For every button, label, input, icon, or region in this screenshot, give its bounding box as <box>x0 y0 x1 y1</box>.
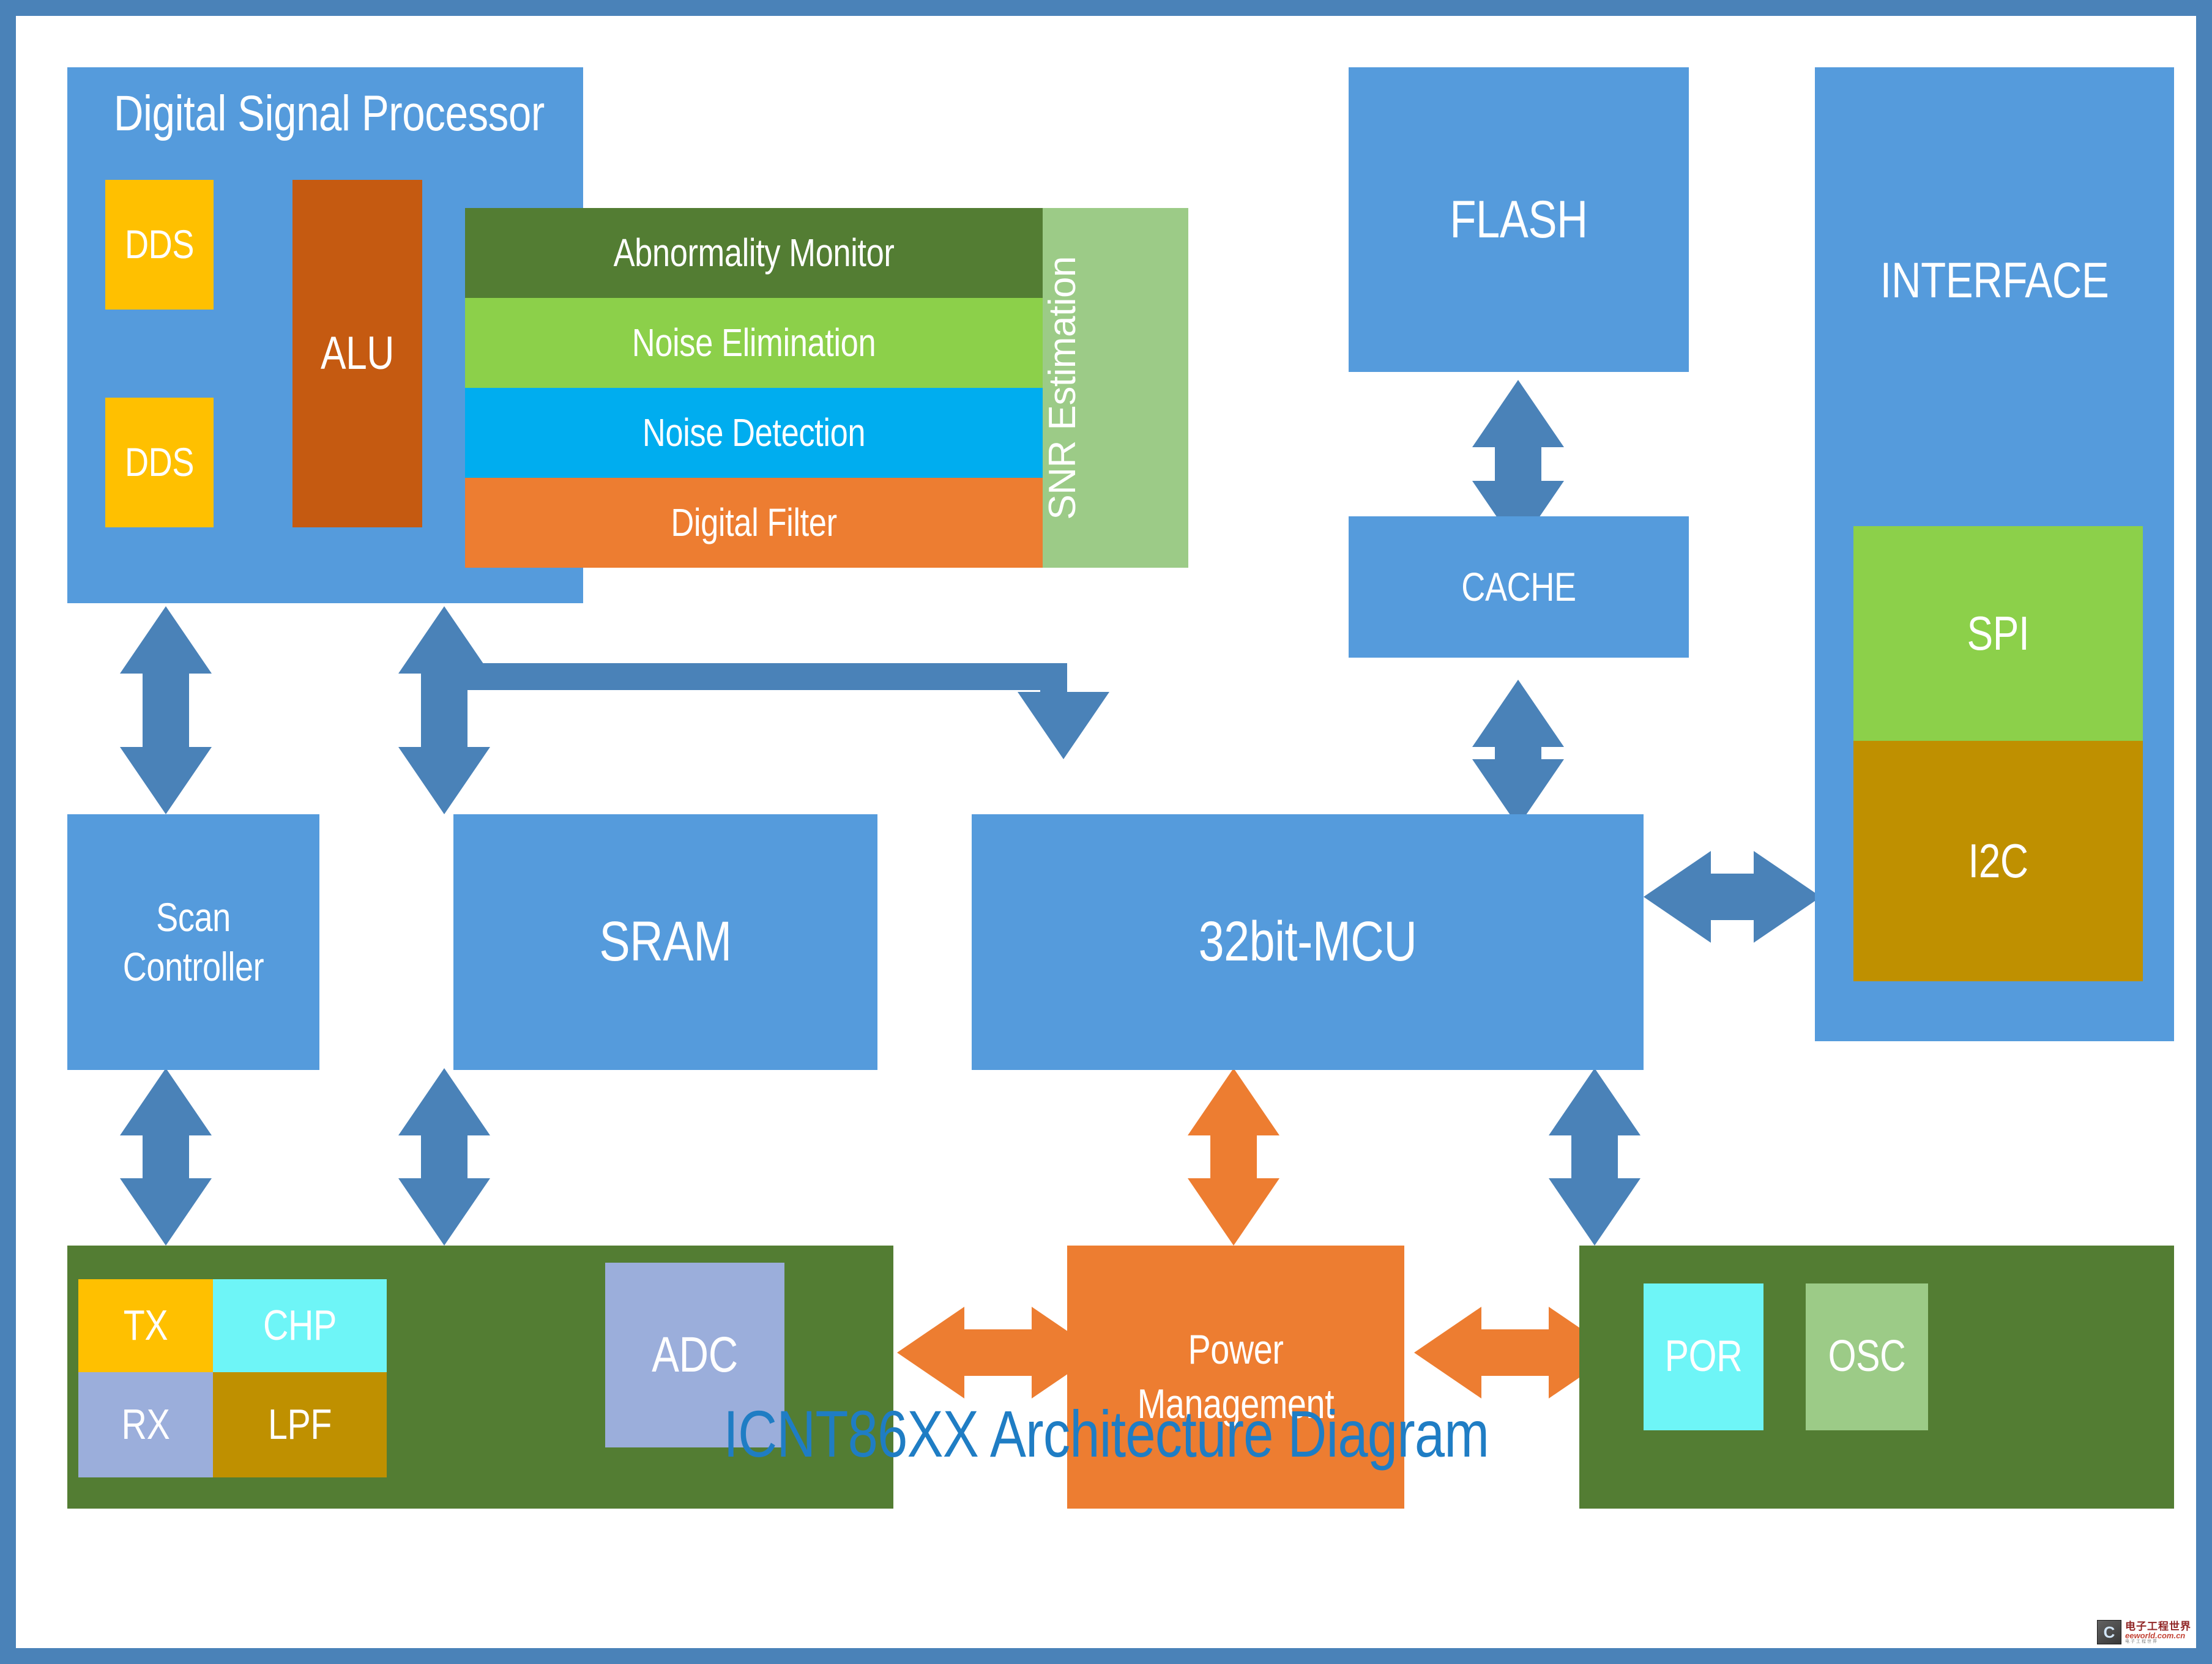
alu-label: ALU <box>320 327 395 379</box>
watermark-sub-text: 电子工程世界 <box>2125 1639 2158 1644</box>
dsp-title: Digital Signal Processor <box>113 86 545 141</box>
osc-label: OSC <box>1828 1332 1906 1381</box>
por-label: POR <box>1664 1332 1743 1381</box>
arrow-mcu-to-interface <box>1644 851 1821 943</box>
mcu-label: 32bit-MCU <box>1198 910 1417 973</box>
architecture-diagram-slide: Digital Signal Processor DDS DDS ALU Abn… <box>0 0 2212 1664</box>
power-management-label-line1: Power <box>1188 1326 1284 1373</box>
dds-top-block[interactable]: DDS <box>105 180 214 310</box>
i2c-label: I2C <box>1968 834 2028 888</box>
eeworld-watermark: C 电子工程世界 eeworld.com.cn 电子工程世界 <box>2097 1620 2191 1644</box>
spi-block[interactable]: SPI <box>1853 526 2143 741</box>
i2c-block[interactable]: I2C <box>1853 741 2143 981</box>
snr-estimation-block[interactable]: SNR Estimation <box>1043 208 1188 568</box>
snr-estimation-label: SNR Estimation <box>1043 256 1084 520</box>
sram-block[interactable]: SRAM <box>453 814 877 1070</box>
watermark-cn-text: 电子工程世界 <box>2125 1620 2191 1632</box>
spi-label: SPI <box>1967 606 2030 661</box>
page-title-text: ICNT86XX Architecture Diagram <box>723 1397 1489 1471</box>
flash-block[interactable]: FLASH <box>1349 67 1689 372</box>
arrow-cache-to-mcu <box>1472 680 1564 826</box>
arrow-dsp-to-scan-controller <box>120 606 212 814</box>
cache-block[interactable]: CACHE <box>1349 516 1689 658</box>
watermark-logo-icon: C <box>2097 1620 2121 1644</box>
pipeline-abnormality-monitor[interactable]: Abnormality Monitor <box>465 208 1043 298</box>
dds-top-label: DDS <box>124 221 195 267</box>
flash-label: FLASH <box>1450 190 1588 249</box>
watermark-en-text: eeworld.com.cn <box>2125 1630 2186 1640</box>
mcu-block[interactable]: 32bit-MCU <box>972 814 1644 1070</box>
pipeline-noise-elimination[interactable]: Noise Elimination <box>465 298 1043 388</box>
tx-block[interactable]: TX <box>78 1279 213 1372</box>
adc-label: ADC <box>652 1326 738 1383</box>
arrow-scan-controller-to-afe <box>120 1068 212 1246</box>
cache-label: CACHE <box>1461 563 1576 609</box>
arrow-mcu-to-clock-reset <box>1549 1068 1640 1246</box>
alu-block[interactable]: ALU <box>292 180 422 527</box>
pipeline-noise-elimination-label: Noise Elimination <box>631 320 876 365</box>
page-title: ICNT86XX Architecture Diagram <box>16 1395 2196 1472</box>
arrow-dsp-to-sram <box>398 606 490 814</box>
pipeline-noise-detection[interactable]: Noise Detection <box>465 388 1043 478</box>
scan-controller-label-line1: Scan <box>156 894 231 940</box>
arrow-sram-to-afe <box>398 1068 490 1246</box>
pipeline-noise-detection-label: Noise Detection <box>642 410 866 455</box>
diagram-canvas: Digital Signal Processor DDS DDS ALU Abn… <box>16 16 2196 1648</box>
chp-label: CHP <box>263 1301 337 1350</box>
pipeline-digital-filter[interactable]: Digital Filter <box>465 478 1043 568</box>
watermark-text-group: 电子工程世界 eeworld.com.cn 电子工程世界 <box>2125 1621 2191 1644</box>
sram-label: SRAM <box>599 910 732 973</box>
scan-controller-block[interactable]: Scan Controller <box>67 814 319 1070</box>
dds-bottom-block[interactable]: DDS <box>105 398 214 527</box>
pipeline-abnormality-monitor-label: Abnormality Monitor <box>613 230 895 275</box>
dds-bottom-label: DDS <box>124 439 195 485</box>
scan-controller-label-line2: Controller <box>122 944 264 989</box>
arrow-dsp-to-mcu-elbow <box>432 663 1109 759</box>
chp-block[interactable]: CHP <box>213 1279 387 1372</box>
tx-label: TX <box>123 1301 168 1350</box>
arrow-mcu-to-power-management <box>1188 1068 1279 1246</box>
interface-label: INTERFACE <box>1880 253 2109 308</box>
pipeline-digital-filter-label: Digital Filter <box>671 500 837 544</box>
